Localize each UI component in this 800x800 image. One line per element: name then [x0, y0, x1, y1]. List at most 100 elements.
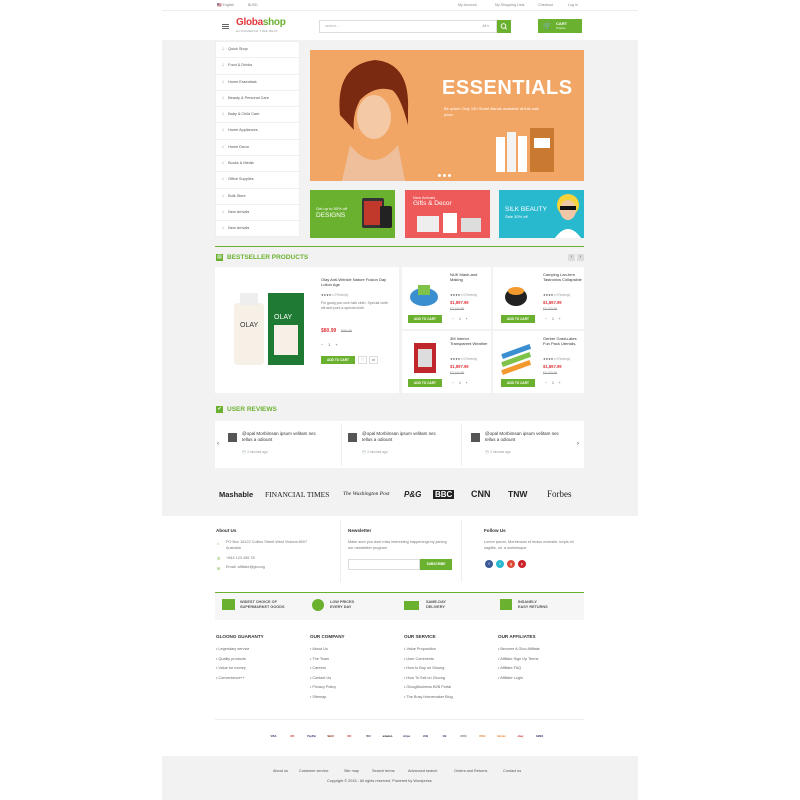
footer-link[interactable]: • Privacy Policy: [310, 685, 336, 689]
add-to-cart-button[interactable]: ADD TO CART: [408, 315, 442, 323]
footer-link[interactable]: • Become A Gloo Affiliate: [498, 647, 540, 651]
hamburger-menu-icon[interactable]: [222, 24, 229, 29]
brand-pg[interactable]: P&G: [404, 490, 421, 499]
login-link[interactable]: Log In: [568, 3, 578, 7]
brand-washington-post[interactable]: The Washington Post: [343, 491, 390, 497]
footer-link[interactable]: • Quality products: [216, 657, 246, 661]
search-button[interactable]: [497, 20, 511, 33]
product-name[interactable]: NUK Mash-and Making: [450, 272, 490, 282]
product-name[interactable]: Camping Lan-tern Tastronics Collapsible: [543, 272, 583, 282]
featured-product-name[interactable]: Olay Anti-Wrinkle Nature Fusion Day Loti…: [321, 277, 391, 287]
footer-link[interactable]: • The Busy Homemaker Blog: [404, 695, 453, 699]
featured-add-to-cart-button[interactable]: ADD TO CART: [321, 356, 355, 364]
brand-tnw[interactable]: TNW: [508, 489, 527, 499]
brand-forbes[interactable]: Forbes: [547, 489, 572, 499]
footer-link[interactable]: • How to Buy on Gloong: [404, 666, 444, 670]
footer-link[interactable]: • The Team: [310, 657, 329, 661]
featured-product-card[interactable]: OLAY OLAY Olay Anti-Wrinkle Nature Fusio…: [215, 267, 399, 393]
subscribe-button[interactable]: SUBSCRIBE: [420, 559, 452, 570]
shopping-lists-link[interactable]: My Shopping Lists: [495, 3, 524, 7]
reviews-prev-icon[interactable]: ‹: [217, 441, 219, 447]
sidebar-item-beauty[interactable]: ⁞⁞ Beauty & Personal Care: [216, 91, 299, 108]
product-name[interactable]: Gerber Gradu-ates Fun Pack Utensils,: [543, 336, 583, 346]
footer-link[interactable]: • Affiliate Login: [498, 676, 523, 680]
product-card[interactable]: Gerber Gradu-ates Fun Pack Utensils, ★★★…: [493, 331, 584, 393]
footer-link[interactable]: • Contact Us: [310, 676, 331, 680]
brand-cnn[interactable]: CNN: [471, 489, 491, 499]
next-arrow-icon[interactable]: ›: [577, 254, 584, 261]
newsletter-email-input[interactable]: [348, 559, 420, 570]
bottom-link[interactable]: Advanced search: [408, 769, 437, 773]
footer-link[interactable]: • GloogBusiness B2B Portal: [404, 685, 451, 689]
sidebar-item-books[interactable]: ⁞⁞ Books & Media: [216, 156, 299, 173]
qty-stepper[interactable]: − 1 +: [452, 381, 468, 385]
compare-icon[interactable]: ⇄: [369, 356, 378, 364]
product-name[interactable]: 3M Interior Transparent Weather: [450, 336, 490, 346]
footer-link[interactable]: • Sitemap: [310, 695, 326, 699]
footer-link[interactable]: • How To Sell on Gloong: [404, 676, 445, 680]
sidebar-item-new-arrivals-2[interactable]: ⁞⁞ New Arrivals: [216, 221, 299, 237]
hero-slider[interactable]: ESSENTIALS Be quick! Only 150 Smart Band…: [310, 50, 584, 181]
bottom-link[interactable]: Search terms: [372, 769, 395, 773]
footer-link[interactable]: • Affiliate FAQ: [498, 666, 521, 670]
sidebar-item-new-arrivals[interactable]: ⁞⁞ New Arrivals: [216, 205, 299, 222]
add-to-cart-button[interactable]: ADD TO CART: [501, 379, 535, 387]
footer-link[interactable]: • Careers: [310, 666, 326, 670]
bottom-link[interactable]: Site map: [344, 769, 359, 773]
bottom-link[interactable]: About us: [273, 769, 288, 773]
banner-silk-line2: Sale 30% off: [505, 214, 528, 219]
slider-dots[interactable]: [438, 173, 453, 179]
search-input[interactable]: search ... All ▾: [319, 20, 497, 33]
footer-link[interactable]: • Convenience++: [216, 676, 245, 680]
bottom-link[interactable]: Orders and Returns: [454, 769, 487, 773]
footer-link[interactable]: • Legendary service: [216, 647, 249, 651]
currency-selector[interactable]: $USD: [248, 3, 258, 7]
qty-stepper[interactable]: − 1 +: [545, 381, 561, 385]
banner-silk-beauty[interactable]: SILK BEAUTY Sale 30% off: [499, 190, 584, 238]
footer-link[interactable]: • Affiliate Sign Up Terms: [498, 657, 538, 661]
sidebar-item-appliances[interactable]: ⁞⁞ Home Appliances: [216, 123, 299, 140]
footer-link[interactable]: • About Us: [310, 647, 328, 651]
twitter-icon[interactable]: t: [496, 560, 504, 568]
reviews-next-icon[interactable]: ›: [577, 441, 579, 447]
footer-link[interactable]: • User Comments: [404, 657, 434, 661]
sidebar-item-food-drinks[interactable]: ⁞⁞ Food & Drinks: [216, 58, 299, 75]
sidebar-item-baby[interactable]: ⁞⁞ Baby & Child Care: [216, 107, 299, 124]
cart-button[interactable]: 🛒 CART 0 items: [538, 19, 582, 33]
email-text[interactable]: Email: affiliate@gloong: [226, 565, 265, 571]
logo[interactable]: Globashop: [236, 17, 286, 28]
checkout-link[interactable]: Checkout: [538, 3, 553, 7]
brand-bbc[interactable]: BBC: [433, 490, 455, 499]
sidebar-item-quick-shop[interactable]: ⁞⁞ Quick Shop: [216, 42, 299, 59]
bottom-link[interactable]: Contact us: [503, 769, 521, 773]
pinterest-icon[interactable]: p: [518, 560, 526, 568]
prev-arrow-icon[interactable]: ‹: [568, 254, 575, 261]
add-to-cart-button[interactable]: ADD TO CART: [408, 379, 442, 387]
footer-link[interactable]: • Value for money: [216, 666, 246, 670]
product-card[interactable]: Camping Lan-tern Tastronics Collapsible …: [493, 267, 584, 329]
facebook-icon[interactable]: f: [485, 560, 493, 568]
language-selector[interactable]: 🇺🇸 English: [217, 3, 234, 7]
banner-designs[interactable]: Get up to 50% off DESIGNS: [310, 190, 395, 238]
qty-stepper[interactable]: − 1 +: [545, 317, 561, 321]
add-to-cart-button[interactable]: ADD TO CART: [501, 315, 535, 323]
sidebar-item-office[interactable]: ⁞⁞ Office Supplies: [216, 172, 299, 189]
product-card[interactable]: NUK Mash-and Making ★★★★☆ 0 Review(s) $1…: [402, 267, 491, 329]
my-account-link[interactable]: My Account: [458, 3, 477, 7]
wishlist-icon[interactable]: ♡: [358, 356, 367, 364]
featured-qty-stepper[interactable]: − 1 +: [321, 343, 338, 347]
banner-gifts[interactable]: New Arrivals Gifts & Decor: [405, 190, 490, 238]
sidebar-item-home-decor[interactable]: ⁞⁞ Home Decor: [216, 140, 299, 157]
banner-designs-line1: Get up to 50% off: [316, 206, 348, 211]
brand-mashable[interactable]: Mashable: [219, 490, 253, 499]
sidebar-item-home-essentials[interactable]: ⁞⁞ Home Essentials: [216, 75, 299, 91]
brand-financial-times[interactable]: FINANCIAL TIMES: [265, 490, 329, 499]
search-placeholder: search ...: [325, 24, 340, 28]
qty-stepper[interactable]: − 1 +: [452, 317, 468, 321]
search-category-select[interactable]: All ▾: [482, 24, 489, 28]
google-plus-icon[interactable]: g: [507, 560, 515, 568]
bottom-link[interactable]: Customer service: [299, 769, 329, 773]
product-card[interactable]: 3M Interior Transparent Weather ★★★★☆ 0 …: [402, 331, 491, 393]
footer-link[interactable]: • Value Proposition: [404, 647, 436, 651]
sidebar-item-bulk[interactable]: ⁞⁞ Bulk Store: [216, 189, 299, 205]
